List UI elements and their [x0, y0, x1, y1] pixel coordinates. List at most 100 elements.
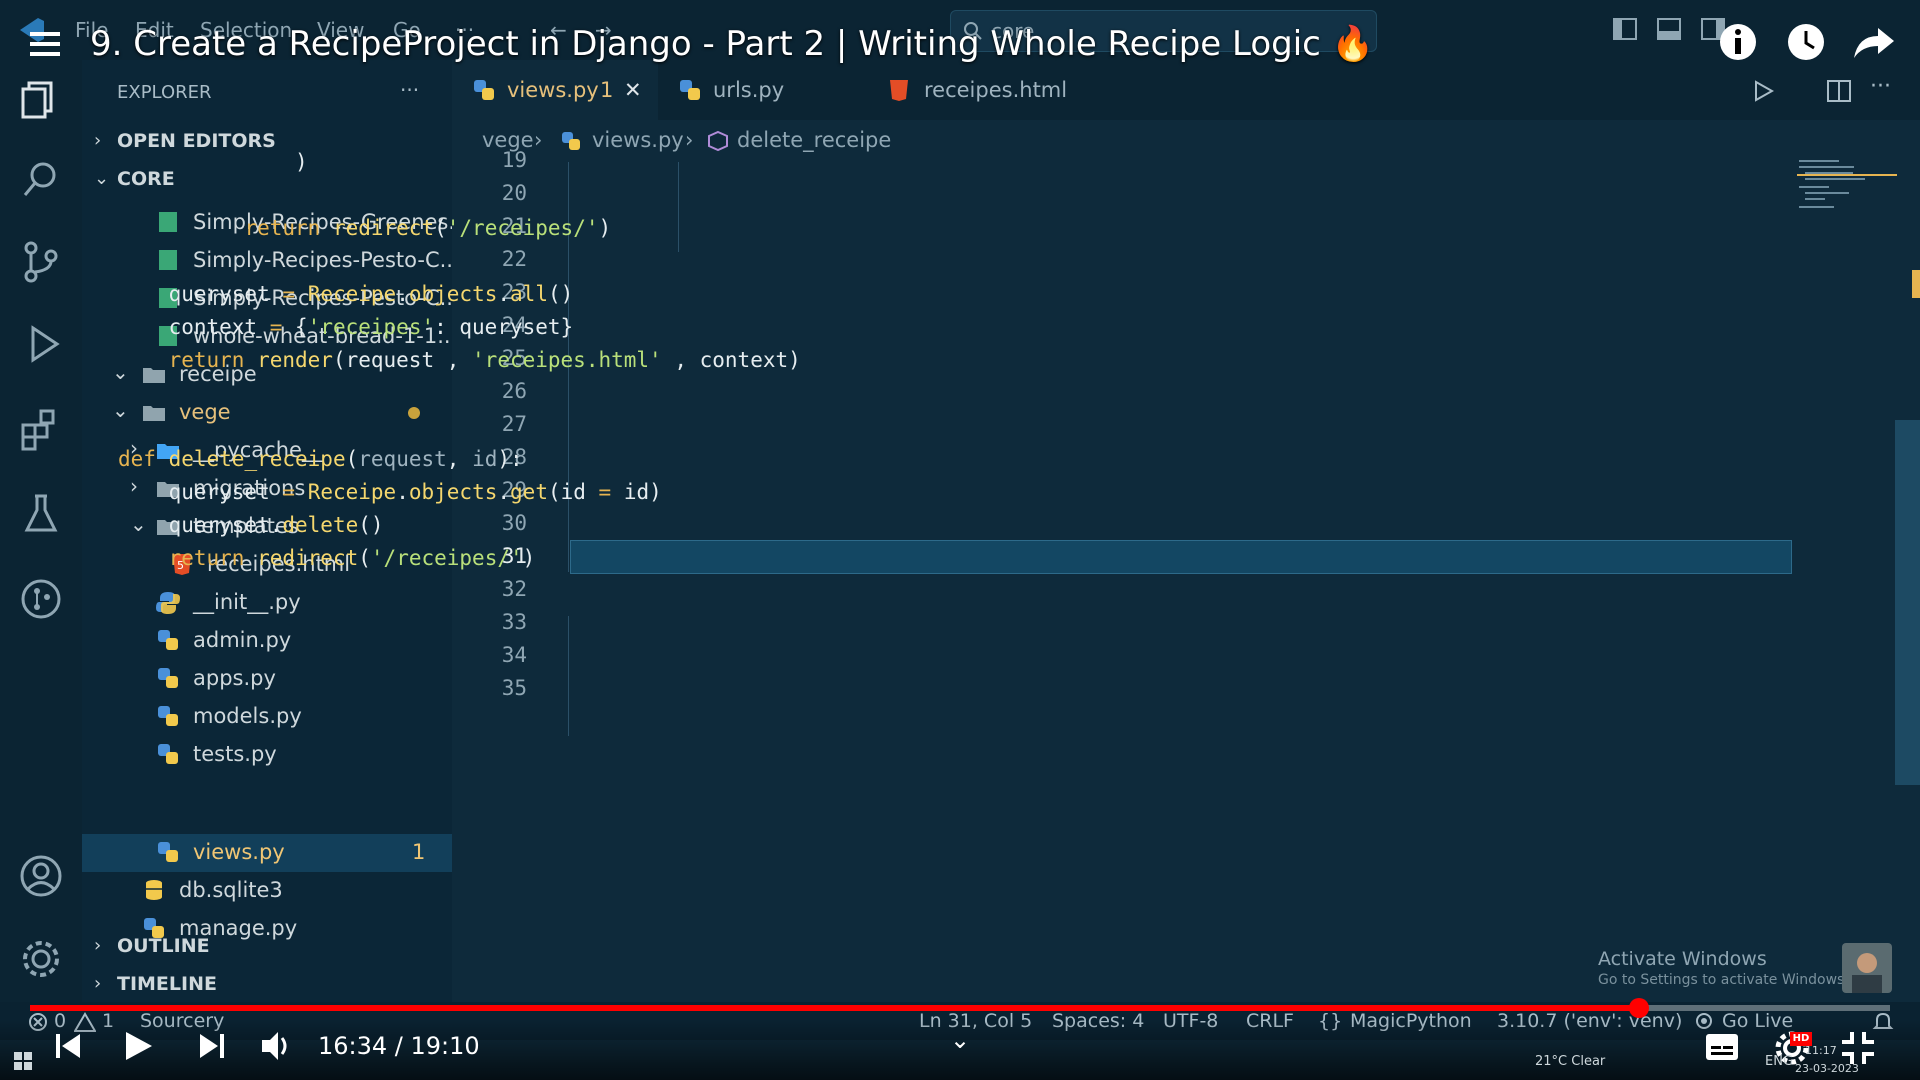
database-icon [146, 880, 162, 900]
list-item[interactable]: __init__.py [82, 584, 452, 622]
chevron-right-icon: › [685, 128, 694, 152]
python-file-icon [680, 80, 700, 100]
close-icon[interactable]: ✕ [624, 78, 642, 102]
file-label: models.py [193, 704, 302, 728]
code-line: queryset = Receipe.objects.all() [118, 282, 574, 306]
activity-bar [0, 60, 82, 1020]
info-icon[interactable] [1718, 22, 1758, 62]
image-file-icon [159, 250, 177, 270]
python-file-icon [474, 80, 494, 100]
webcam-avatar [1842, 943, 1892, 993]
outline-header[interactable]: OUTLINE [117, 935, 210, 957]
git-graph-icon[interactable] [17, 575, 65, 623]
chevron-right-icon[interactable]: › [94, 973, 101, 994]
tab-urls-py[interactable]: urls.py [658, 60, 848, 120]
run-debug-icon[interactable] [17, 320, 65, 368]
file-label: admin.py [193, 628, 292, 652]
video-title[interactable]: 9. Create a RecipeProject in Django - Pa… [90, 24, 1374, 64]
timeline-header[interactable]: TIMELINE [117, 973, 217, 995]
more-actions-icon[interactable]: ··· [1870, 74, 1891, 99]
code-line: context = {'receipes': queryset} [118, 315, 574, 339]
python-file-icon [158, 706, 178, 726]
tab-label: receipes.html [924, 78, 1068, 102]
file-label: __init__.py [193, 590, 301, 614]
python-file-icon [562, 132, 580, 150]
file-label: db.sqlite3 [179, 878, 283, 902]
tab-label: views.py [507, 78, 599, 102]
list-item[interactable]: models.py [82, 698, 452, 736]
editor-tabs: views.py 1 ✕ urls.py receipes.html ··· [452, 60, 1920, 123]
exit-fullscreen-icon[interactable] [1840, 1030, 1876, 1066]
list-item-active[interactable]: views.py 1 [82, 834, 452, 872]
account-icon[interactable] [17, 852, 65, 900]
code-line: def delete_receipe(request, id): [118, 447, 523, 471]
chevron-down-icon[interactable]: ⌄ [94, 168, 109, 189]
tab-badge: 1 [600, 78, 614, 102]
code-line: return redirect('/receipes/') [244, 216, 612, 240]
settings-gear-icon[interactable] [17, 935, 65, 983]
python-file-icon [158, 630, 178, 650]
volume-icon[interactable] [258, 1028, 294, 1064]
line-number: 27 [501, 412, 527, 436]
run-icon[interactable] [1752, 80, 1774, 102]
list-item[interactable]: db.sqlite3 [82, 872, 452, 910]
chevron-right-icon[interactable]: › [94, 935, 101, 956]
clock-date: 23-03-2023 [1795, 1062, 1859, 1075]
code-line: queryset.delete() [118, 513, 384, 537]
scrollbar[interactable] [1895, 420, 1920, 785]
minimap[interactable] [1797, 156, 1897, 226]
weather: 21°C Clear [1535, 1054, 1606, 1069]
breadcrumb-file[interactable]: views.py [592, 128, 684, 152]
code-line: queryset = Receipe.objects.get(id = id) [118, 480, 662, 504]
file-label: Simply-Recipes-Pesto-C... [193, 248, 460, 272]
indent-guide [568, 616, 569, 736]
video-time: 16:34 / 19:10 [318, 1032, 480, 1060]
indent-guide [678, 162, 679, 252]
menu-icon[interactable] [28, 24, 66, 62]
testing-icon[interactable] [17, 490, 65, 538]
extensions-icon[interactable] [17, 405, 65, 453]
chevron-down-icon[interactable]: ⌄ [950, 1026, 970, 1054]
line-number: 19 [501, 148, 527, 172]
source-control-icon[interactable] [17, 238, 65, 286]
share-icon[interactable] [1852, 24, 1896, 60]
split-editor-icon[interactable] [1826, 78, 1852, 104]
explorer-more-icon[interactable]: ··· [400, 78, 419, 102]
toggle-sidebar-icon[interactable] [1612, 16, 1638, 42]
explorer-title: EXPLORER [117, 82, 212, 103]
folder-icon [143, 406, 165, 421]
activate-windows-subtitle: Go to Settings to activate Windows. [1598, 972, 1849, 988]
line-number: 22 [501, 247, 527, 271]
breadcrumb-symbol[interactable]: delete_receipe [737, 128, 891, 152]
explorer-icon[interactable] [17, 75, 65, 123]
list-item[interactable]: tests.py [82, 736, 452, 774]
scrollbar-marker [1912, 270, 1920, 298]
next-icon[interactable] [196, 1030, 228, 1062]
list-item[interactable]: admin.py [82, 622, 452, 660]
subtitles-icon[interactable] [1704, 1032, 1740, 1062]
list-item[interactable]: Simply-Recipes-Pesto-C... [82, 242, 460, 280]
list-item[interactable]: apps.py [82, 660, 452, 698]
previous-icon[interactable] [52, 1030, 84, 1062]
open-editors-header[interactable]: OPEN EDITORS [117, 130, 276, 152]
current-line-highlight [570, 540, 1792, 574]
modified-dot-icon [408, 407, 420, 419]
folder-label: vege [179, 400, 231, 424]
list-item[interactable]: ⌄ vege [82, 394, 452, 432]
chevron-right-icon[interactable]: › [94, 130, 101, 151]
tab-receipes-html[interactable]: receipes.html [872, 60, 1092, 120]
code-editor[interactable]: 19 20 21 22 23 24 25 26 27 28 29 30 31 32 33 34 35 [452, 148, 1920, 1002]
chevron-down-icon: ⌄ [112, 398, 129, 422]
problem-badge: 1 [412, 840, 426, 864]
play-icon[interactable] [120, 1028, 156, 1064]
watch-later-icon[interactable] [1786, 22, 1826, 62]
language-indicator: ENG [1765, 1054, 1794, 1069]
toggle-panel-icon[interactable] [1656, 16, 1682, 42]
html-file-icon [890, 80, 908, 101]
explorer-sidebar: EXPLORER ··· › OPEN EDITORS ⌄ CORE Simpl… [82, 60, 468, 1020]
tab-views-py[interactable]: views.py 1 ✕ [452, 60, 658, 123]
progress-scrubber[interactable] [1628, 998, 1649, 1018]
windows-start-icon[interactable] [14, 1052, 32, 1070]
search-icon[interactable] [17, 155, 65, 203]
python-file-icon [158, 842, 178, 862]
